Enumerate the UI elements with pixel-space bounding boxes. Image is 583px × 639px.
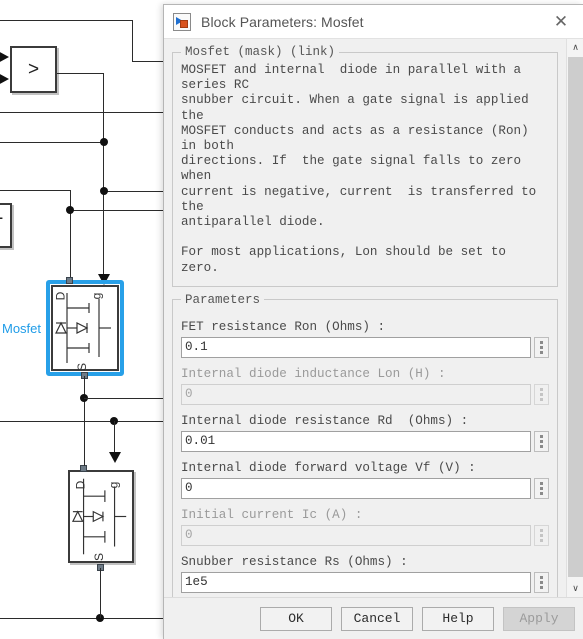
parameters-legend: Parameters [185, 292, 261, 307]
field-label-ic: Initial current Ic (A) : [181, 507, 363, 522]
field-label-vf: Internal diode forward voltage Vf (V) : [181, 460, 476, 475]
scroll-down-icon[interactable]: ∨ [567, 580, 583, 597]
mosfet-port-label-gate: g [106, 481, 121, 489]
field-options-button-rs[interactable] [534, 571, 549, 593]
field-row-rs [181, 571, 549, 593]
field-input-ron[interactable] [181, 336, 531, 358]
mosfet-port-drain[interactable] [66, 277, 73, 284]
wire [0, 142, 104, 143]
partial-block[interactable]: T [0, 203, 12, 248]
wire [84, 440, 85, 466]
help-button[interactable]: Help [422, 606, 494, 631]
mosfet-block-label: Mosfet [2, 321, 42, 336]
screen: > T [0, 0, 583, 639]
field-label-rd: Internal diode resistance Rd (Ohms) : [181, 413, 469, 428]
cancel-button[interactable]: Cancel [341, 606, 413, 631]
wire [132, 61, 166, 62]
field-input-rs[interactable] [181, 571, 531, 593]
mosfet-port-label-source: S [92, 552, 107, 562]
mosfet-port-label-gate: g [89, 292, 104, 300]
compare-block-label: > [27, 58, 40, 80]
scrollbar-thumb[interactable] [568, 57, 583, 577]
field-row-lon [181, 383, 549, 405]
field-label-rs: Snubber resistance Rs (Ohms) : [181, 554, 408, 569]
field-input-rd[interactable] [181, 430, 531, 452]
wire [0, 421, 166, 422]
dialog-vertical-scrollbar[interactable]: ∧ ∨ [566, 39, 583, 597]
mosfet-port-label-drain: D [53, 291, 68, 301]
field-row-vf [181, 477, 549, 499]
field-options-button-ron[interactable] [534, 336, 549, 358]
field-row-ron [181, 336, 549, 358]
dialog-scroll-content: Mosfet (mask) (link) MOSFET and internal… [164, 39, 566, 597]
wire [84, 398, 166, 399]
field-options-button-rd[interactable] [534, 430, 549, 452]
field-row-ic [181, 524, 549, 546]
wire [0, 190, 71, 191]
field-label-lon: Internal diode inductance Lon (H) : [181, 366, 446, 381]
mosfet-port-drain[interactable] [80, 465, 87, 472]
gate-arrow-icon [109, 452, 121, 463]
partial-block-label: T [0, 215, 3, 237]
dialog-titlebar[interactable]: Block Parameters: Mosfet ✕ [164, 5, 583, 39]
field-input-vf[interactable] [181, 477, 531, 499]
wire-junction [66, 206, 74, 214]
field-label-ron: FET resistance Ron (Ohms) : [181, 319, 386, 334]
wire [0, 112, 166, 113]
field-options-button-ic [534, 524, 549, 546]
mosfet-port-label-drain: D [73, 480, 88, 490]
field-input-ic [181, 524, 531, 546]
wire-junction [100, 187, 108, 195]
simulink-block-icon [173, 12, 191, 31]
field-row-rd [181, 430, 549, 452]
parameters-group: Parameters FET resistance Ron (Ohms) : I… [172, 292, 558, 597]
scroll-up-icon[interactable]: ∧ [567, 39, 583, 56]
mask-description-text: MOSFET and internal diode in parallel wi… [181, 63, 537, 275]
wire [103, 73, 104, 282]
field-options-button-vf[interactable] [534, 477, 549, 499]
field-options-button-lon [534, 383, 549, 405]
input-arrow-icon [0, 73, 9, 85]
wire [70, 190, 71, 282]
wire [132, 20, 133, 62]
mask-description-group: Mosfet (mask) (link) MOSFET and internal… [172, 45, 558, 287]
dialog-body: Mosfet (mask) (link) MOSFET and internal… [164, 39, 583, 597]
wire [100, 568, 101, 596]
compare-block[interactable]: > [10, 46, 57, 93]
wire-junction [100, 138, 108, 146]
wire [103, 191, 166, 192]
wire [0, 618, 166, 619]
apply-button: Apply [503, 606, 575, 631]
wire [100, 596, 101, 618]
dialog-title: Block Parameters: Mosfet [201, 13, 364, 30]
mask-description-legend: Mosfet (mask) (link) [185, 45, 336, 59]
wire [57, 73, 104, 74]
field-input-lon [181, 383, 531, 405]
input-arrow-icon [0, 51, 9, 63]
close-icon[interactable]: ✕ [539, 5, 583, 38]
wire [67, 210, 166, 211]
dialog-button-bar: OK Cancel Help Apply [164, 597, 583, 639]
ok-button[interactable]: OK [260, 606, 332, 631]
wire [0, 20, 133, 21]
block-parameters-dialog: Block Parameters: Mosfet ✕ Mosfet (mask)… [163, 4, 583, 639]
mosfet-port-label-source: S [75, 362, 90, 372]
